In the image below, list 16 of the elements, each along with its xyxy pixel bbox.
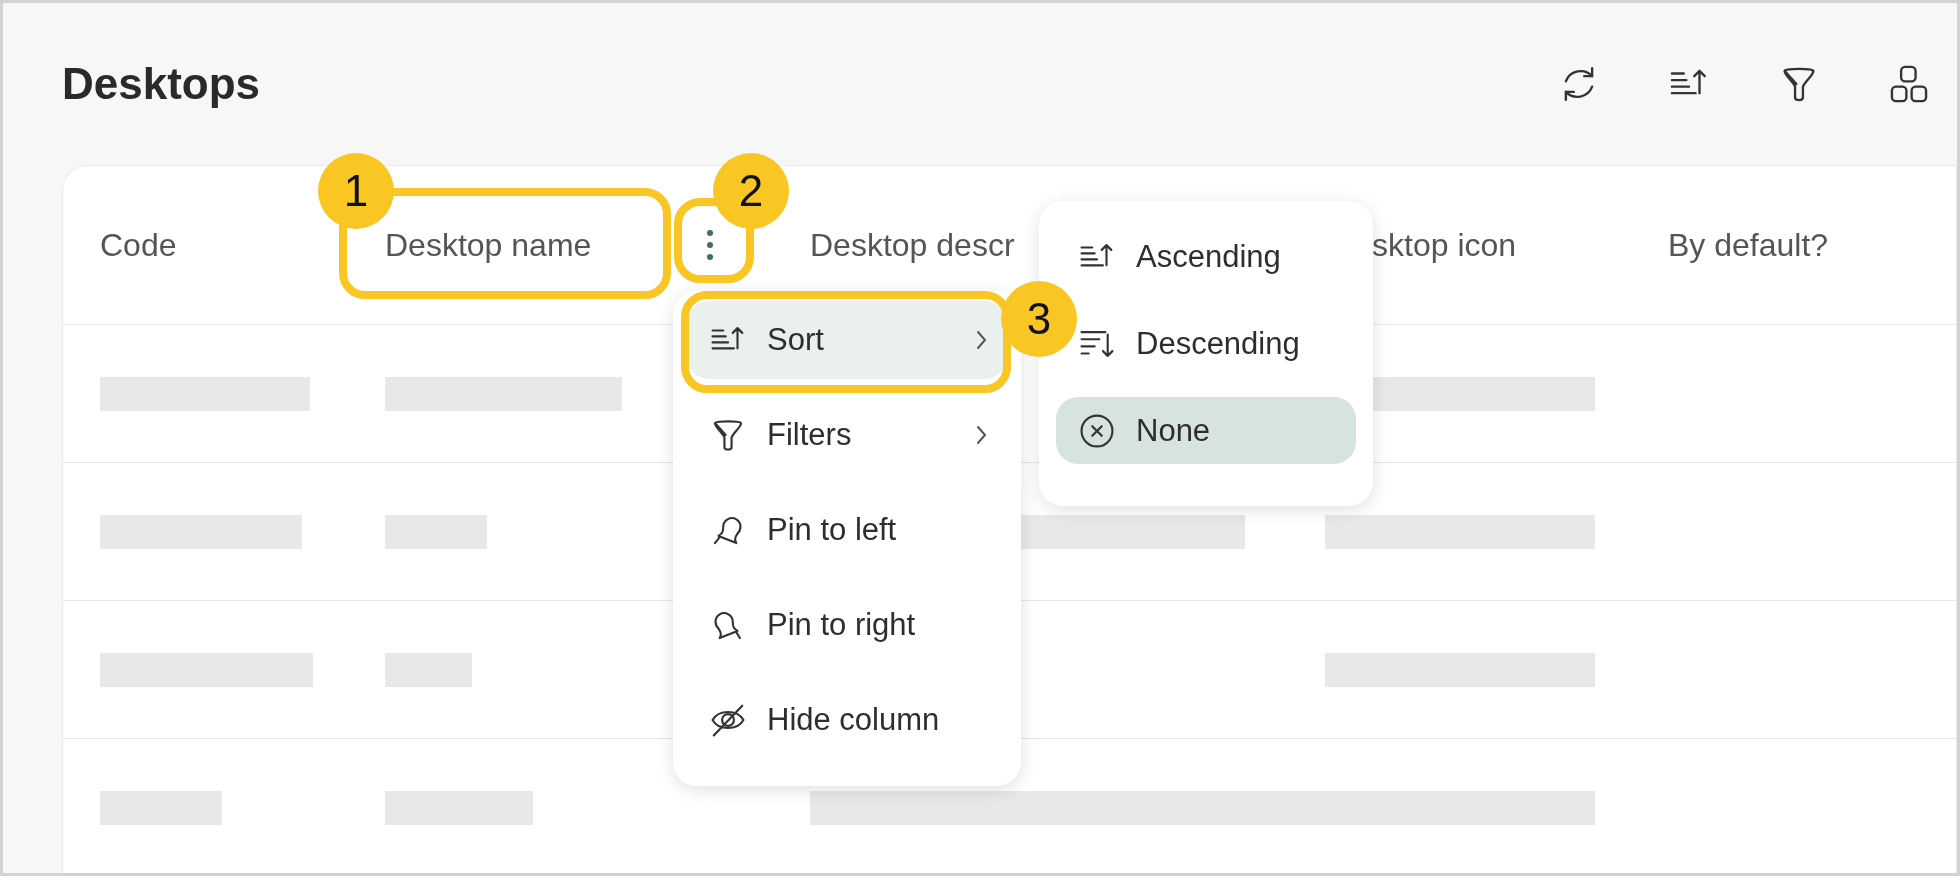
menu-item[interactable]: None (1056, 397, 1356, 464)
column-header[interactable]: Desktop name (385, 226, 592, 264)
menu-item[interactable]: Hide column (687, 681, 1007, 759)
menu-item[interactable]: Descending (1078, 310, 1320, 377)
menu-item[interactable]: Pin to right (687, 586, 1007, 664)
column-header[interactable]: Code (100, 226, 177, 264)
column-header[interactable]: By default? (1668, 226, 1829, 264)
column-header[interactable]: sktop icon (1372, 226, 1517, 264)
column-header[interactable]: Desktop descr (810, 226, 1015, 264)
menu-item[interactable]: Ascending (1078, 223, 1301, 290)
menu-item[interactable]: Filters (687, 396, 1007, 474)
step-number: 2 (713, 153, 789, 229)
menu-item[interactable]: Pin to left (687, 491, 1007, 569)
grid-icon (1888, 63, 1930, 105)
step-number: 1 (318, 153, 394, 229)
page-title: Desktops (62, 59, 261, 109)
